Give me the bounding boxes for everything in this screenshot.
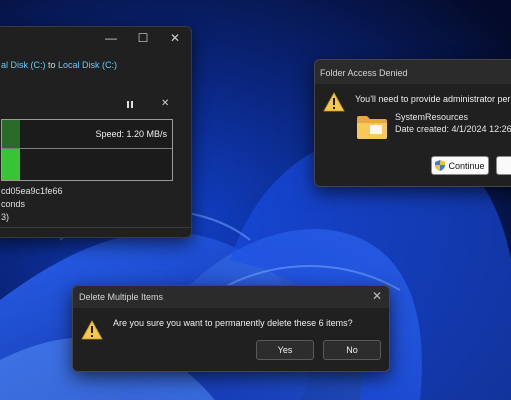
file-copy-dialog: — ☐ ✕ al Disk (C:) to Local Disk (C:) ✕ … <box>0 26 192 238</box>
yes-button[interactable]: Yes <box>256 340 314 360</box>
graph-midline <box>2 148 172 149</box>
cancel-button[interactable] <box>496 156 511 175</box>
divider <box>0 227 191 228</box>
items-remaining-text: 3) <box>1 212 10 222</box>
file-name-text: cd05ea9c1fe66 <box>1 186 63 196</box>
dialog-body: Are you sure you want to permanently del… <box>73 308 389 371</box>
maximize-button[interactable]: ☐ <box>127 27 159 49</box>
time-remaining-text: conds <box>1 199 26 209</box>
folder-date-created: Date created: 4/1/2024 12:26 A <box>395 124 511 134</box>
transfer-speed-graph: Speed: 1.20 MB/s <box>1 119 173 181</box>
window-controls: — ☐ ✕ <box>95 27 191 49</box>
pause-button[interactable] <box>125 99 135 109</box>
source-link[interactable]: al Disk (C:) <box>1 60 46 70</box>
continue-label: Continue <box>448 160 485 171</box>
warning-icon <box>81 320 103 340</box>
folder-access-denied-dialog: Folder Access Denied You'll need to prov… <box>314 59 511 187</box>
delete-confirmation-message: Are you sure you want to permanently del… <box>113 318 353 328</box>
speed-label: Speed: 1.20 MB/s <box>95 129 167 139</box>
cancel-copy-button[interactable]: ✕ <box>161 98 169 109</box>
no-button[interactable]: No <box>323 340 381 360</box>
folder-icon <box>357 116 387 139</box>
uac-shield-icon <box>435 160 446 171</box>
close-button[interactable]: ✕ <box>159 27 191 49</box>
access-message: You'll need to provide administrator per… <box>355 94 511 104</box>
delete-multiple-items-dialog: Delete Multiple Items ✕ Are you sure you… <box>72 285 390 372</box>
minimize-button[interactable]: — <box>95 27 127 49</box>
close-icon[interactable]: ✕ <box>372 289 382 303</box>
copy-details: cd05ea9c1fe66 conds 3) <box>1 185 63 224</box>
destination-link[interactable]: Local Disk (C:) <box>58 60 117 70</box>
dialog-body: You'll need to provide administrator per… <box>315 84 511 186</box>
folder-name: SystemResources <box>395 112 469 122</box>
speed-fill <box>2 148 20 180</box>
warning-icon <box>323 92 345 112</box>
route-to-text: to <box>45 60 59 70</box>
copy-route: al Disk (C:) to Local Disk (C:) <box>1 60 117 70</box>
continue-button[interactable]: Continue <box>431 156 489 175</box>
dialog-title: Folder Access Denied <box>320 68 408 78</box>
dialog-title: Delete Multiple Items <box>79 292 164 302</box>
